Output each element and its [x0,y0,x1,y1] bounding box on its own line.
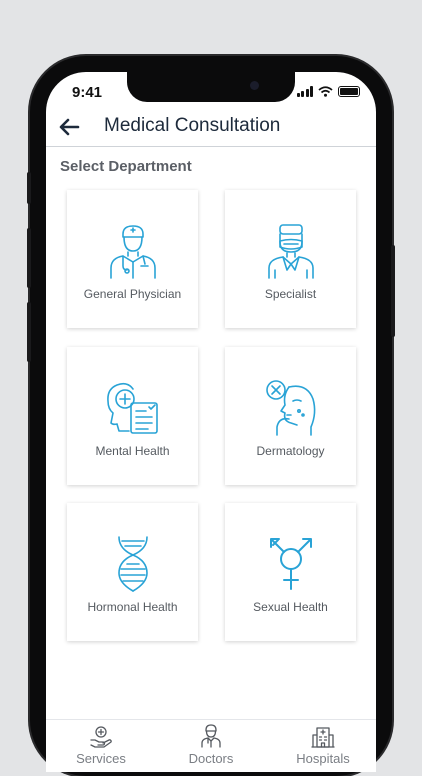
dna-icon [118,536,148,592]
department-label: Sexual Health [253,600,328,614]
department-card-sexual-health[interactable]: Sexual Health [225,503,356,641]
department-label: Hormonal Health [87,600,178,614]
department-label: Specialist [264,287,317,301]
department-label: General Physician [83,287,182,301]
surgeon-icon [268,224,314,279]
nav-item-services[interactable]: Services [51,724,151,766]
nav-label: Services [76,751,126,766]
page-title: Medical Consultation [104,115,281,136]
battery-icon [338,86,360,97]
department-label: Mental Health [95,444,170,458]
notch [127,72,295,102]
wifi-icon [318,86,333,97]
hospital-icon [311,727,335,748]
department-card-specialist[interactable]: Specialist [225,190,356,328]
gender-symbol-icon [270,538,312,590]
mind-report-icon [107,382,158,434]
department-card-dermatology[interactable]: Dermatology [225,347,356,485]
nav-label: Hospitals [296,751,350,766]
department-card-general-physician[interactable]: General Physician [67,190,198,328]
app-screen: 9:41 Medical Consultation Select Departm… [46,72,376,772]
power-button [391,245,395,337]
front-camera [250,81,259,90]
department-card-mental-health[interactable]: Mental Health [67,347,198,485]
services-icon [90,726,112,748]
nav-item-hospitals[interactable]: Hospitals [273,724,373,766]
arrow-left-icon[interactable] [58,116,80,138]
section-title: Select Department [60,158,192,175]
nav-item-doctors[interactable]: Doctors [161,724,261,766]
app-header: Medical Consultation [46,110,376,147]
signal-icon [296,86,313,97]
face-skin-icon [266,380,316,436]
department-label: Dermatology [256,444,325,458]
mute-switch [27,172,31,204]
department-card-hormonal-health[interactable]: Hormonal Health [67,503,198,641]
status-time: 9:41 [72,84,103,101]
volume-down-button [27,302,31,362]
status-icons [296,86,360,97]
doctor-icon [110,225,156,279]
volume-up-button [27,228,31,288]
doctor-icon [201,724,221,748]
bottom-nav: Services Doctors Hospitals [46,719,376,772]
nav-label: Doctors [188,751,234,766]
